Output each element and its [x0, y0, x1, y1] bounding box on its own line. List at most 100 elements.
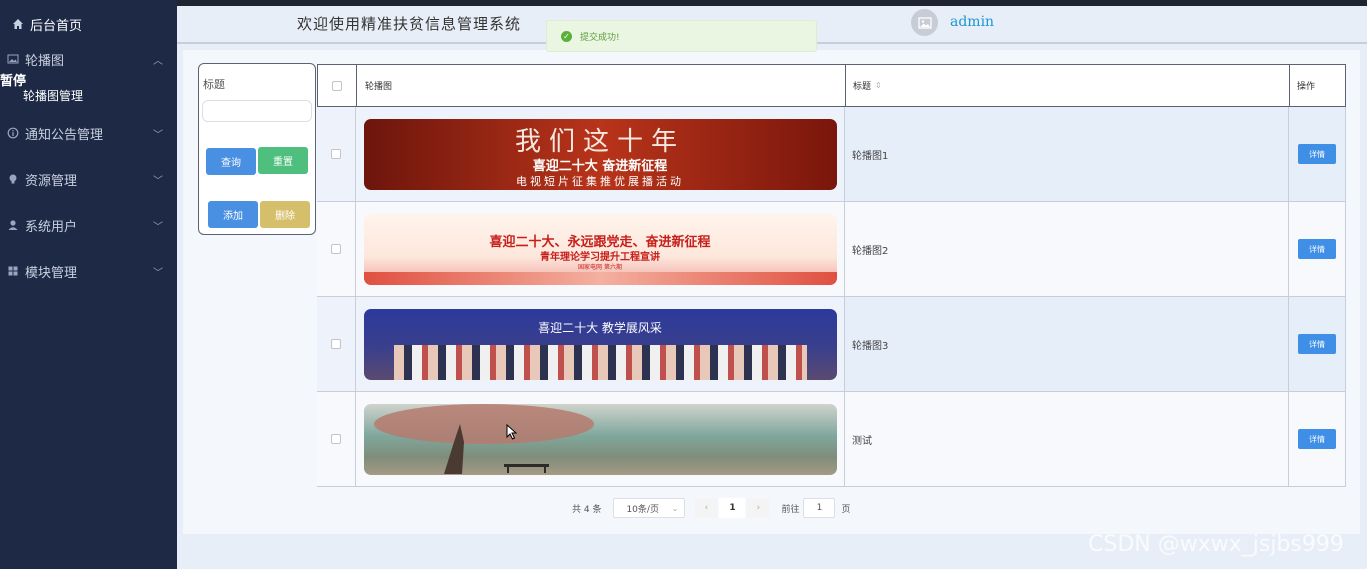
page-size-select[interactable]: 10条/页 ⌄ — [613, 498, 686, 518]
detail-button[interactable]: 详情 — [1298, 239, 1336, 259]
data-table: 轮播图 标题 ⇕ 操作 我们这十年 喜迎二十大 奋进新征程 电视短片征集推优展播… — [317, 64, 1346, 487]
watermark: CSDN @wxwx_jsjbs999 — [1088, 532, 1344, 557]
chevron-down-icon: ﹀ — [153, 175, 163, 187]
sidebar-item-home[interactable]: 后台首页 — [0, 4, 177, 44]
sidebar-item-label: 模块管理 — [25, 265, 78, 281]
table-row: 喜迎二十大、永远跟党走、奋进新征程 青年理论学习提升工程宣讲 国家电网 第六期 … — [317, 202, 1346, 297]
header-label: 标题 — [853, 82, 872, 92]
chevron-down-icon: ﹀ — [153, 267, 163, 279]
row-checkbox[interactable] — [331, 339, 341, 349]
banner-image: 喜迎二十大 教学展风采 — [363, 308, 837, 380]
banner-headline: 喜迎二十大 教学展风采 — [538, 320, 662, 335]
goto-label: 前往 — [781, 504, 800, 515]
banner-decoration — [363, 271, 837, 285]
sidebar-item-modules[interactable]: 模块管理 ﹀ — [0, 251, 177, 291]
detail-button[interactable]: 详情 — [1298, 144, 1336, 164]
row-checkbox[interactable] — [331, 244, 341, 254]
image-cell: 我们这十年 喜迎二十大 奋进新征程 电视短片征集推优展播活动 — [356, 107, 845, 202]
row-select-cell — [317, 202, 356, 297]
sidebar-item-notice[interactable]: 通知公告管理 ﹀ — [0, 113, 177, 153]
banner-image: 我们这十年 喜迎二十大 奋进新征程 电视短片征集推优展播活动 — [363, 118, 837, 190]
title-cell: 轮播图3 — [845, 297, 1289, 392]
search-panel: 标题 查询 重置 添加 删除 — [198, 63, 316, 235]
sidebar: 后台首页 轮播图 ︿ 暂停 轮播图管理 通知公告管理 ﹀ 资源管理 ﹀ 系统用户… — [0, 0, 177, 569]
banner-caption: 国家电网 第六期 — [578, 263, 622, 271]
success-toast: ✓ 提交成功! — [546, 20, 817, 52]
toast-message: 提交成功! — [580, 32, 620, 43]
banner-image: 喜迎二十大、永远跟党走、奋进新征程 青年理论学习提升工程宣讲 国家电网 第六期 — [363, 213, 837, 285]
table-header-select — [317, 64, 356, 107]
sort-icon[interactable]: ⇕ — [875, 81, 882, 90]
add-button[interactable]: 添加 — [208, 201, 258, 228]
search-input[interactable] — [202, 100, 312, 122]
pagination: 共 4 条 10条/页 ⌄ ‹ 1 › 前往 1 页 — [572, 498, 850, 518]
page-number-current[interactable]: 1 — [719, 498, 746, 518]
image-cell: 喜迎二十大、永远跟党走、奋进新征程 青年理论学习提升工程宣讲 国家电网 第六期 — [356, 202, 845, 297]
chevron-up-icon: ︿ — [153, 55, 163, 67]
page-size-value: 10条/页 — [626, 504, 659, 515]
banner-subtitle: 青年理论学习提升工程宣讲 — [540, 251, 660, 263]
table-header-action: 操作 — [1289, 64, 1346, 107]
sidebar-item-label: 后台首页 — [30, 18, 83, 34]
action-cell: 详情 — [1289, 107, 1346, 202]
header-label: 轮播图 — [365, 82, 393, 92]
table-header-image: 轮播图 — [356, 64, 845, 107]
banner-image — [363, 403, 837, 475]
check-circle-icon: ✓ — [561, 30, 572, 42]
image-icon — [917, 16, 932, 29]
search-label: 标题 — [203, 78, 225, 91]
table-row: 喜迎二十大 教学展风采 轮播图3 详情 — [317, 297, 1346, 392]
table-row: 测试 详情 — [317, 392, 1346, 487]
query-button[interactable]: 查询 — [206, 148, 256, 175]
info-circle-icon — [7, 127, 19, 139]
row-select-cell — [317, 107, 356, 202]
mouse-cursor-icon — [506, 424, 518, 440]
sidebar-item-users[interactable]: 系统用户 ﹀ — [0, 205, 177, 245]
sidebar-item-carousel[interactable]: 轮播图 ︿ — [0, 39, 177, 79]
row-checkbox[interactable] — [331, 434, 341, 444]
title-cell: 轮播图1 — [845, 107, 1289, 202]
chevron-down-icon: ﹀ — [153, 129, 163, 141]
banner-headline: 我们这十年 — [514, 126, 685, 157]
action-cell: 详情 — [1289, 392, 1346, 487]
lightbulb-icon — [9, 174, 17, 184]
chevron-down-icon: ﹀ — [153, 221, 163, 233]
table-row: 我们这十年 喜迎二十大 奋进新征程 电视短片征集推优展播活动 轮播图1 详情 — [317, 107, 1346, 202]
user-icon — [8, 220, 18, 230]
banner-caption: 电视短片征集推优展播活动 — [516, 174, 684, 188]
title-cell: 测试 — [845, 392, 1289, 487]
image-icon — [7, 54, 19, 64]
row-select-cell — [317, 297, 356, 392]
goto-page-input[interactable]: 1 — [803, 498, 836, 518]
prev-page-button[interactable]: ‹ — [695, 498, 718, 518]
action-cell: 详情 — [1289, 297, 1346, 392]
reset-button[interactable]: 重置 — [258, 147, 308, 174]
row-checkbox[interactable] — [331, 149, 341, 159]
sidebar-item-resource[interactable]: 资源管理 ﹀ — [0, 159, 177, 199]
delete-button[interactable]: 删除 — [260, 201, 310, 228]
header-label: 操作 — [1297, 82, 1316, 92]
detail-button[interactable]: 详情 — [1298, 429, 1336, 449]
banner-people — [393, 344, 807, 380]
home-icon — [13, 19, 23, 29]
action-cell: 详情 — [1289, 202, 1346, 297]
pagination-total: 共 4 条 — [572, 504, 602, 515]
sidebar-item-label: 系统用户 — [25, 219, 78, 235]
title-cell: 轮播图2 — [845, 202, 1289, 297]
sidebar-item-label: 通知公告管理 — [25, 127, 104, 143]
row-select-cell — [317, 392, 356, 487]
image-cell — [356, 392, 845, 487]
grid-icon — [8, 266, 18, 276]
sidebar-item-label: 资源管理 — [25, 173, 78, 189]
username[interactable]: admin — [950, 14, 994, 30]
table-header-title[interactable]: 标题 ⇕ — [845, 64, 1289, 107]
select-all-checkbox[interactable] — [332, 80, 342, 91]
detail-button[interactable]: 详情 — [1298, 334, 1336, 354]
page-suffix: 页 — [841, 504, 851, 515]
page-title: 欢迎使用精准扶贫信息管理系统 — [297, 15, 522, 33]
avatar[interactable] — [911, 9, 938, 36]
next-page-button[interactable]: › — [747, 498, 770, 518]
sidebar-item-label: 轮播图 — [25, 53, 65, 69]
sidebar-item-carousel-manage[interactable]: 轮播图管理 — [23, 87, 83, 104]
banner-subtitle: 喜迎二十大 奋进新征程 — [532, 158, 668, 174]
